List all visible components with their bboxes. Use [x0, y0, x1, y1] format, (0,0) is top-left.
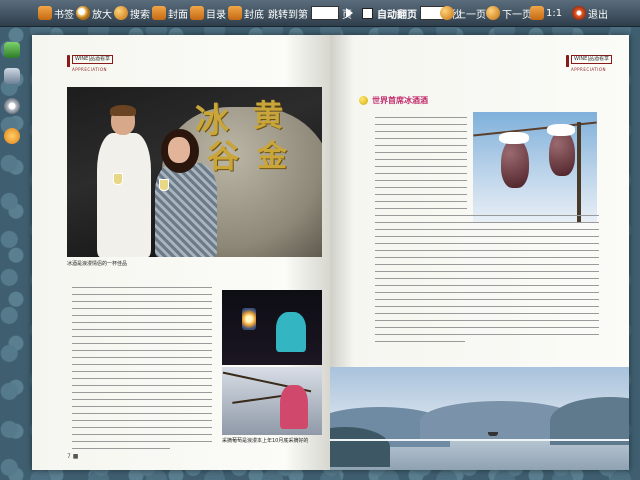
- page-jump-group: 跳转到第 页: [268, 0, 352, 26]
- vine-harvest-photo: [222, 367, 322, 435]
- right-page[interactable]: WINE|品酒看享 APPRECIATION 世界首席冰酒酒: [330, 35, 629, 470]
- wine-glass-icon: [113, 173, 123, 185]
- back-cover-icon: [228, 6, 242, 20]
- cover-icon: [152, 6, 166, 20]
- page-number-input[interactable]: [311, 6, 339, 20]
- boat-icon: [488, 432, 498, 436]
- left-page[interactable]: WINE|品酒看享 APPRECIATION 冰 黄 谷 金 冰酒是浪漫情侣的一…: [32, 35, 330, 470]
- harvest-caption: 采摘葡萄是浪漫本上年10月底采摘好的: [222, 438, 309, 444]
- info-icon[interactable]: [4, 128, 20, 144]
- play-icon: [346, 8, 353, 18]
- woman-figure: [155, 129, 217, 257]
- go-button[interactable]: [346, 0, 353, 26]
- grape-bullet-icon: [359, 96, 368, 105]
- wine-glass-icon: [159, 179, 169, 191]
- left-page-number: 7 ■: [67, 453, 79, 460]
- couple-photo: 冰 黄 谷 金: [67, 87, 322, 257]
- zoom-button[interactable]: 放大: [76, 0, 112, 26]
- lake-landscape-photo: [330, 367, 629, 470]
- arrow-right-icon: [486, 6, 500, 20]
- bookmark-button[interactable]: 书签: [38, 0, 74, 26]
- bookmark-icon: [38, 6, 52, 20]
- auto-flip-label: 自动翻页: [377, 9, 417, 21]
- couple-caption: 冰酒是浪漫情侣的一杯佳品: [67, 261, 128, 267]
- top-toolbar: 书签 放大 搜索 封面 目录 封底 跳转到第 页 自动翻页 秒 上一页 下一页: [0, 0, 640, 27]
- lantern-icon: [242, 308, 256, 330]
- thumbnail-tool-icon[interactable]: [4, 42, 20, 58]
- article-title: 世界首席冰酒酒: [359, 95, 428, 106]
- right-page-logo: WINE|品酒看享 APPRECIATION: [566, 55, 613, 72]
- toc-button[interactable]: 目录: [190, 0, 226, 26]
- cover-button[interactable]: 封面: [152, 0, 188, 26]
- search-button[interactable]: 搜索: [114, 0, 150, 26]
- exit-icon: [572, 6, 586, 20]
- magnifier-icon: [76, 6, 90, 20]
- gallery-tool-icon[interactable]: [4, 68, 20, 84]
- back-cover-button[interactable]: 封底: [228, 0, 264, 26]
- left-article-text: [72, 287, 212, 455]
- actual-size-button[interactable]: 1:1: [530, 0, 562, 26]
- search-icon: [114, 6, 128, 20]
- prev-page-button[interactable]: 上一页: [440, 0, 486, 26]
- lantern-harvest-photo: [222, 290, 322, 365]
- wine-bottle-icon: [566, 55, 569, 67]
- right-article-text-upper: [375, 117, 467, 215]
- jump-label: 跳转到第: [268, 9, 308, 21]
- man-figure: [97, 105, 151, 257]
- wine-bottle-icon: [67, 55, 70, 67]
- magazine-spread: WINE|品酒看享 APPRECIATION 冰 黄 谷 金 冰酒是浪漫情侣的一…: [32, 35, 629, 470]
- arrow-left-icon: [440, 6, 454, 20]
- exit-button[interactable]: 退出: [572, 0, 608, 26]
- right-article-text-lower: [375, 215, 599, 348]
- ice-grapes-photo: [473, 112, 597, 223]
- next-page-button[interactable]: 下一页: [486, 0, 532, 26]
- auto-flip-checkbox[interactable]: [362, 7, 373, 19]
- settings-gear-icon[interactable]: [4, 98, 20, 114]
- left-page-logo: WINE|品酒看享 APPRECIATION: [67, 55, 114, 72]
- toc-icon: [190, 6, 204, 20]
- actual-size-icon: [530, 6, 544, 20]
